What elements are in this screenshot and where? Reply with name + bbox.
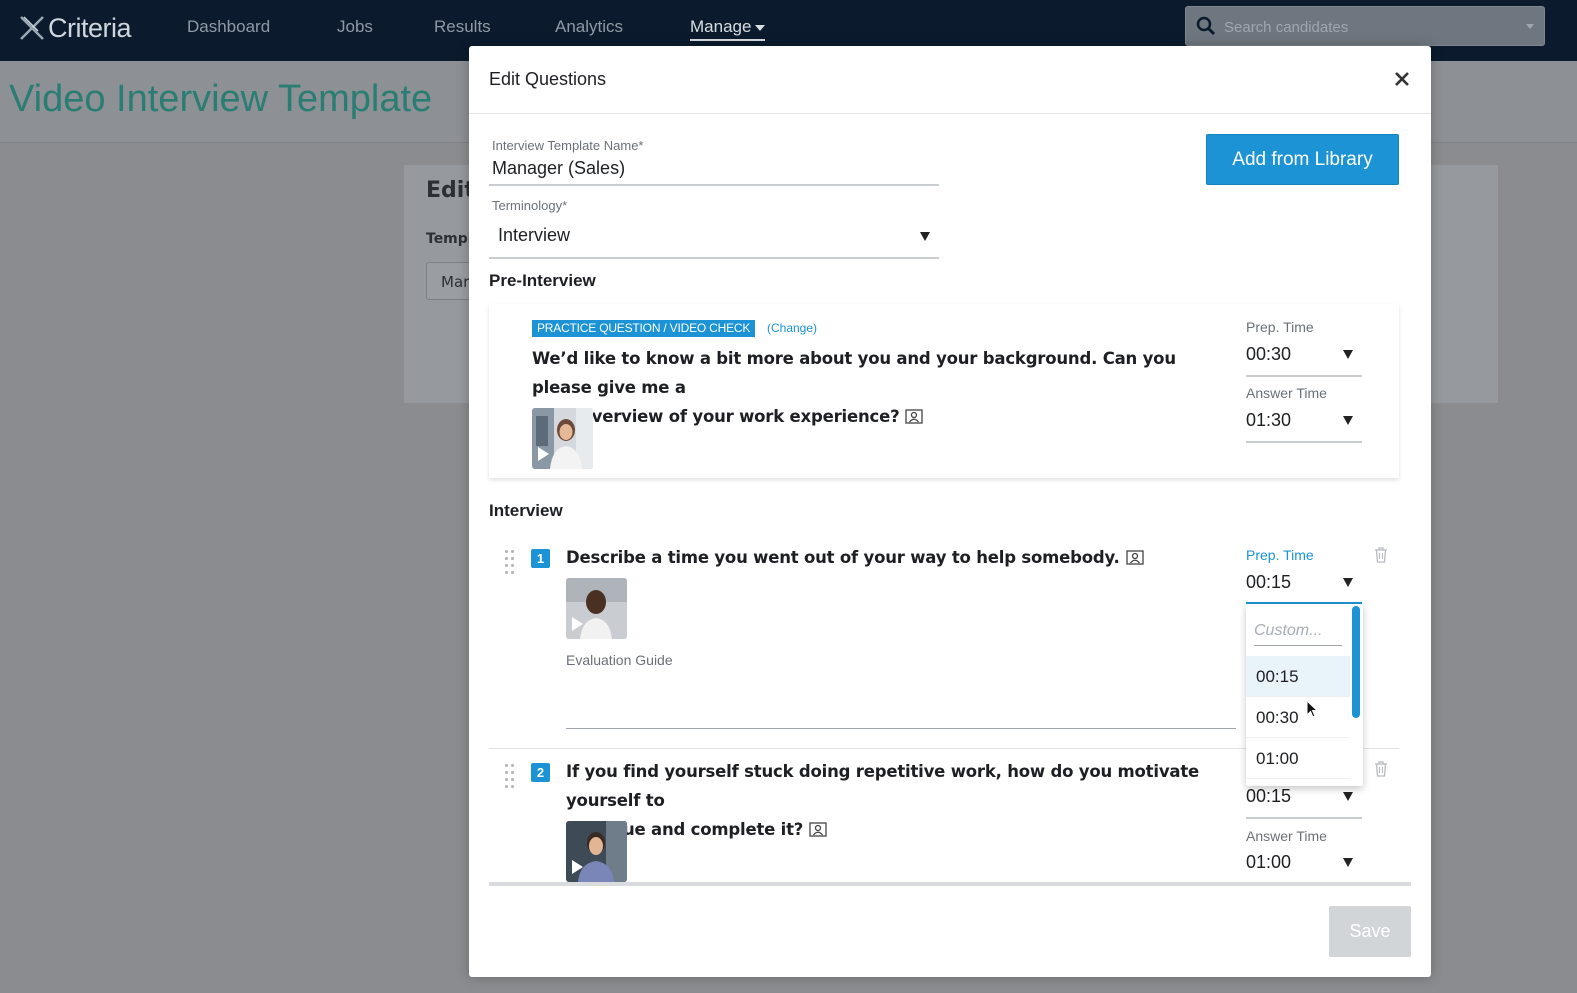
pre-interview-heading: Pre-Interview xyxy=(489,271,596,290)
evaluation-guide-icon[interactable] xyxy=(905,409,924,424)
template-name-label: Interview Template Name* xyxy=(492,138,644,153)
question-1-prep-time-label: Prep. Time xyxy=(1246,547,1314,563)
question-1-prep-time-select[interactable]: 00:15 xyxy=(1246,572,1291,593)
change-link[interactable]: (Change) xyxy=(767,321,817,335)
terminology-underline xyxy=(489,257,939,259)
save-button[interactable]: Save xyxy=(1329,906,1411,957)
background-card-title: Edit xyxy=(426,178,475,203)
question-1-text: Describe a time you went out of your way… xyxy=(566,543,1216,572)
candidate-search[interactable] xyxy=(1185,6,1545,46)
question-2-text-line1: If you find yourself stuck doing repetit… xyxy=(566,762,1199,810)
practice-question-badge: PRACTICE QUESTION / VIDEO CHECK xyxy=(532,320,756,337)
evaluation-guide-icon[interactable] xyxy=(1125,550,1144,565)
background-field-label: Templ xyxy=(426,231,473,247)
dropdown-option-00-30[interactable]: 00:30 xyxy=(1246,697,1350,738)
trash-icon[interactable] xyxy=(1374,761,1388,777)
pre-interview-answer-time-select[interactable]: 01:30 xyxy=(1246,410,1291,431)
evaluation-guide-icon[interactable] xyxy=(809,822,827,837)
question-2-video-thumbnail[interactable] xyxy=(566,821,627,882)
pre-interview-answer-time-label: Answer Time xyxy=(1246,385,1327,401)
question-number-badge: 2 xyxy=(531,763,550,782)
criteria-logo-icon xyxy=(20,16,44,40)
question-2-prep-time-underline xyxy=(1246,817,1362,819)
evaluation-guide-label: Evaluation Guide xyxy=(566,652,673,668)
nav-manage[interactable]: Manage xyxy=(690,17,766,41)
question-2-answer-time-select[interactable]: 01:00 xyxy=(1246,852,1291,873)
close-icon[interactable] xyxy=(1391,68,1413,90)
page-title: Video Interview Template xyxy=(9,78,433,120)
template-name-field[interactable]: Manager (Sales) xyxy=(492,158,625,179)
prep-time-chevron-down-icon[interactable] xyxy=(1343,578,1353,587)
search-icon xyxy=(1196,16,1216,36)
nav-dashboard[interactable]: Dashboard xyxy=(187,17,270,37)
question-2-prep-time-select[interactable]: 00:15 xyxy=(1246,786,1291,807)
question-2-text: If you find yourself stuck doing repetit… xyxy=(566,757,1246,844)
evaluation-guide-input[interactable] xyxy=(566,728,1236,729)
template-name-underline xyxy=(489,184,939,186)
pre-interview-question-text: We’d like to know a bit more about you a… xyxy=(532,344,1232,431)
question-1-text-content: Describe a time you went out of your way… xyxy=(566,548,1120,567)
pre-interview-answer-time-underline xyxy=(1246,441,1362,443)
add-from-library-button[interactable]: Add from Library xyxy=(1206,134,1399,185)
drag-handle-icon[interactable] xyxy=(505,550,517,574)
play-icon xyxy=(538,447,549,461)
custom-time-input[interactable] xyxy=(1254,616,1342,646)
logo-text: Criteria xyxy=(48,12,132,43)
prep-time-chevron-down-icon[interactable] xyxy=(1343,792,1353,801)
pre-interview-prep-time-label: Prep. Time xyxy=(1246,319,1314,335)
modal-header: Edit Questions xyxy=(469,46,1431,114)
prep-time-chevron-down-icon[interactable] xyxy=(1343,350,1353,359)
search-input[interactable] xyxy=(1224,13,1524,41)
nav-manage-label: Manage xyxy=(690,17,752,36)
pre-interview-video-thumbnail[interactable] xyxy=(532,408,593,469)
search-dropdown-caret-icon[interactable] xyxy=(1526,24,1534,29)
question-number-badge: 1 xyxy=(531,549,550,568)
terminology-chevron-down-icon[interactable] xyxy=(920,232,930,241)
terminology-select[interactable]: Interview xyxy=(498,225,570,246)
pre-interview-prep-time-underline xyxy=(1246,375,1362,377)
criteria-logo[interactable]: Criteria xyxy=(18,10,132,46)
prep-time-dropdown-menu: 00:15 00:30 01:00 xyxy=(1246,604,1363,786)
trash-icon[interactable] xyxy=(1374,547,1388,563)
scroll-area-bottom-edge xyxy=(489,882,1411,886)
dropdown-scrollbar[interactable] xyxy=(1352,606,1360,718)
answer-time-chevron-down-icon[interactable] xyxy=(1343,416,1353,425)
play-icon xyxy=(572,617,583,631)
pre-interview-prep-time-select[interactable]: 00:30 xyxy=(1246,344,1291,365)
question-1-video-thumbnail[interactable] xyxy=(566,578,627,639)
drag-handle-icon[interactable] xyxy=(505,764,517,788)
nav-results[interactable]: Results xyxy=(434,17,491,37)
dropdown-option-01-00[interactable]: 01:00 xyxy=(1246,738,1350,779)
modal-title: Edit Questions xyxy=(489,69,607,89)
mouse-cursor-icon xyxy=(1306,700,1319,718)
nav-analytics[interactable]: Analytics xyxy=(555,17,623,37)
pre-interview-question-line1: We’d like to know a bit more about you a… xyxy=(532,349,1176,397)
play-icon xyxy=(572,860,583,874)
chevron-down-icon xyxy=(755,24,766,31)
nav-jobs[interactable]: Jobs xyxy=(337,17,373,37)
edit-questions-modal: Edit Questions Interview Template Name* … xyxy=(469,46,1431,977)
terminology-label: Terminology* xyxy=(492,198,568,213)
answer-time-chevron-down-icon[interactable] xyxy=(1343,858,1353,867)
dropdown-option-00-15[interactable]: 00:15 xyxy=(1246,656,1350,697)
interview-heading: Interview xyxy=(489,501,563,520)
question-2-answer-time-label: Answer Time xyxy=(1246,828,1327,844)
